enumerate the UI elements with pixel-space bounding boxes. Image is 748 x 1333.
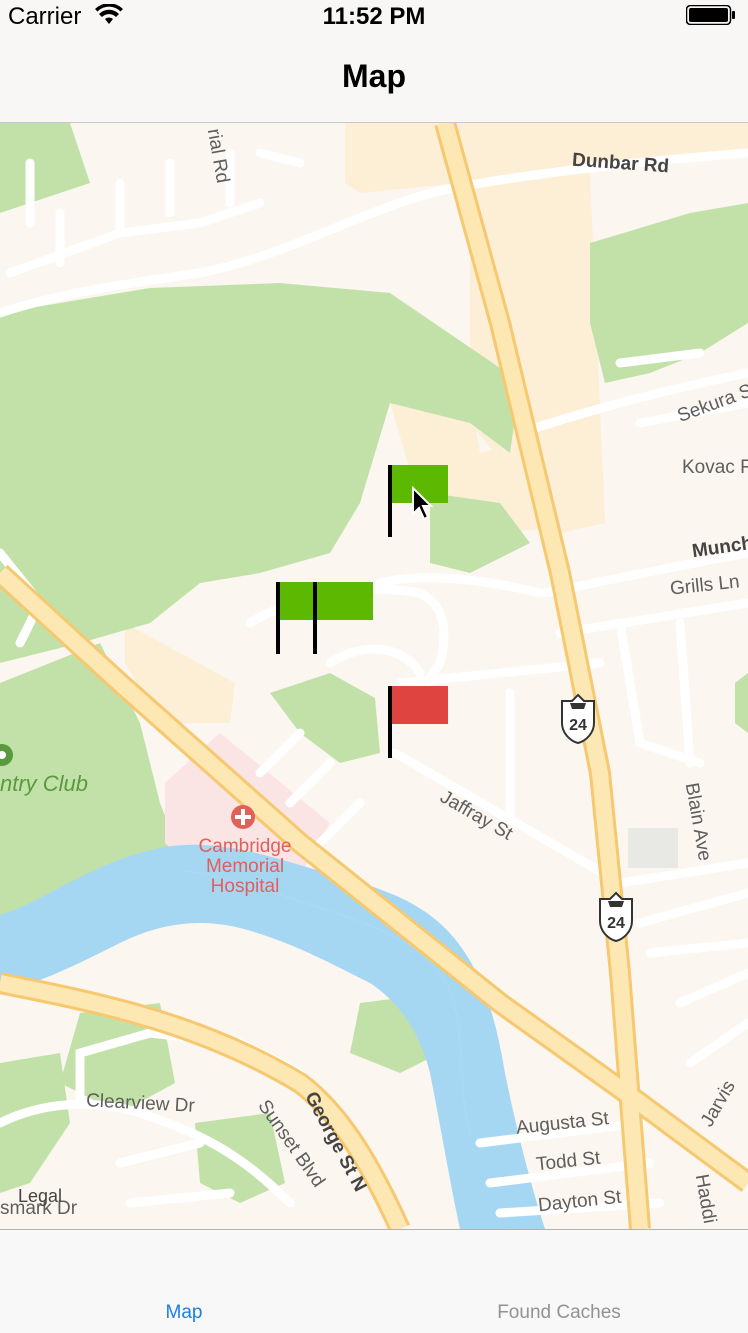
cache-flag-green[interactable]	[313, 582, 373, 654]
hospital-name-line3: Hospital	[210, 876, 280, 897]
cache-flag-red[interactable]	[388, 686, 448, 758]
clock-label: 11:52 PM	[322, 3, 426, 30]
status-bar: Carrier 11:52 PM	[0, 0, 748, 40]
legal-link[interactable]: Legal	[18, 1186, 62, 1207]
highway-number: 24	[569, 717, 587, 734]
flag-cloth	[317, 582, 373, 620]
place-label-hospital: Cambridge Memorial Hospital	[180, 837, 310, 897]
battery-icon	[686, 5, 735, 25]
highway-number: 24	[607, 915, 625, 932]
hospital-name-line2: Memorial	[205, 856, 285, 877]
navigation-bar: Map	[0, 40, 748, 123]
hospital-name-line1: Cambridge	[198, 836, 292, 857]
tab-bar: Map Found Caches	[0, 1229, 748, 1333]
flag-cloth	[392, 686, 448, 724]
highway-shield-icon: 24	[558, 693, 598, 745]
page-title: Map	[342, 58, 406, 94]
flag-cloth	[280, 582, 316, 620]
highway-shield-icon: 24	[596, 891, 636, 943]
mouse-cursor-icon	[412, 486, 434, 521]
map-view[interactable]: Dunbar Rd rial Rd Sekura S Kovac R Munch…	[0, 123, 748, 1229]
road-label-kovac: Kovac R	[682, 457, 748, 478]
tab-map[interactable]: Map	[84, 1302, 284, 1324]
map-canvas[interactable]	[0, 123, 748, 1229]
tab-found-caches[interactable]: Found Caches	[459, 1302, 659, 1324]
place-label-country-club: ntry Club	[0, 771, 89, 796]
